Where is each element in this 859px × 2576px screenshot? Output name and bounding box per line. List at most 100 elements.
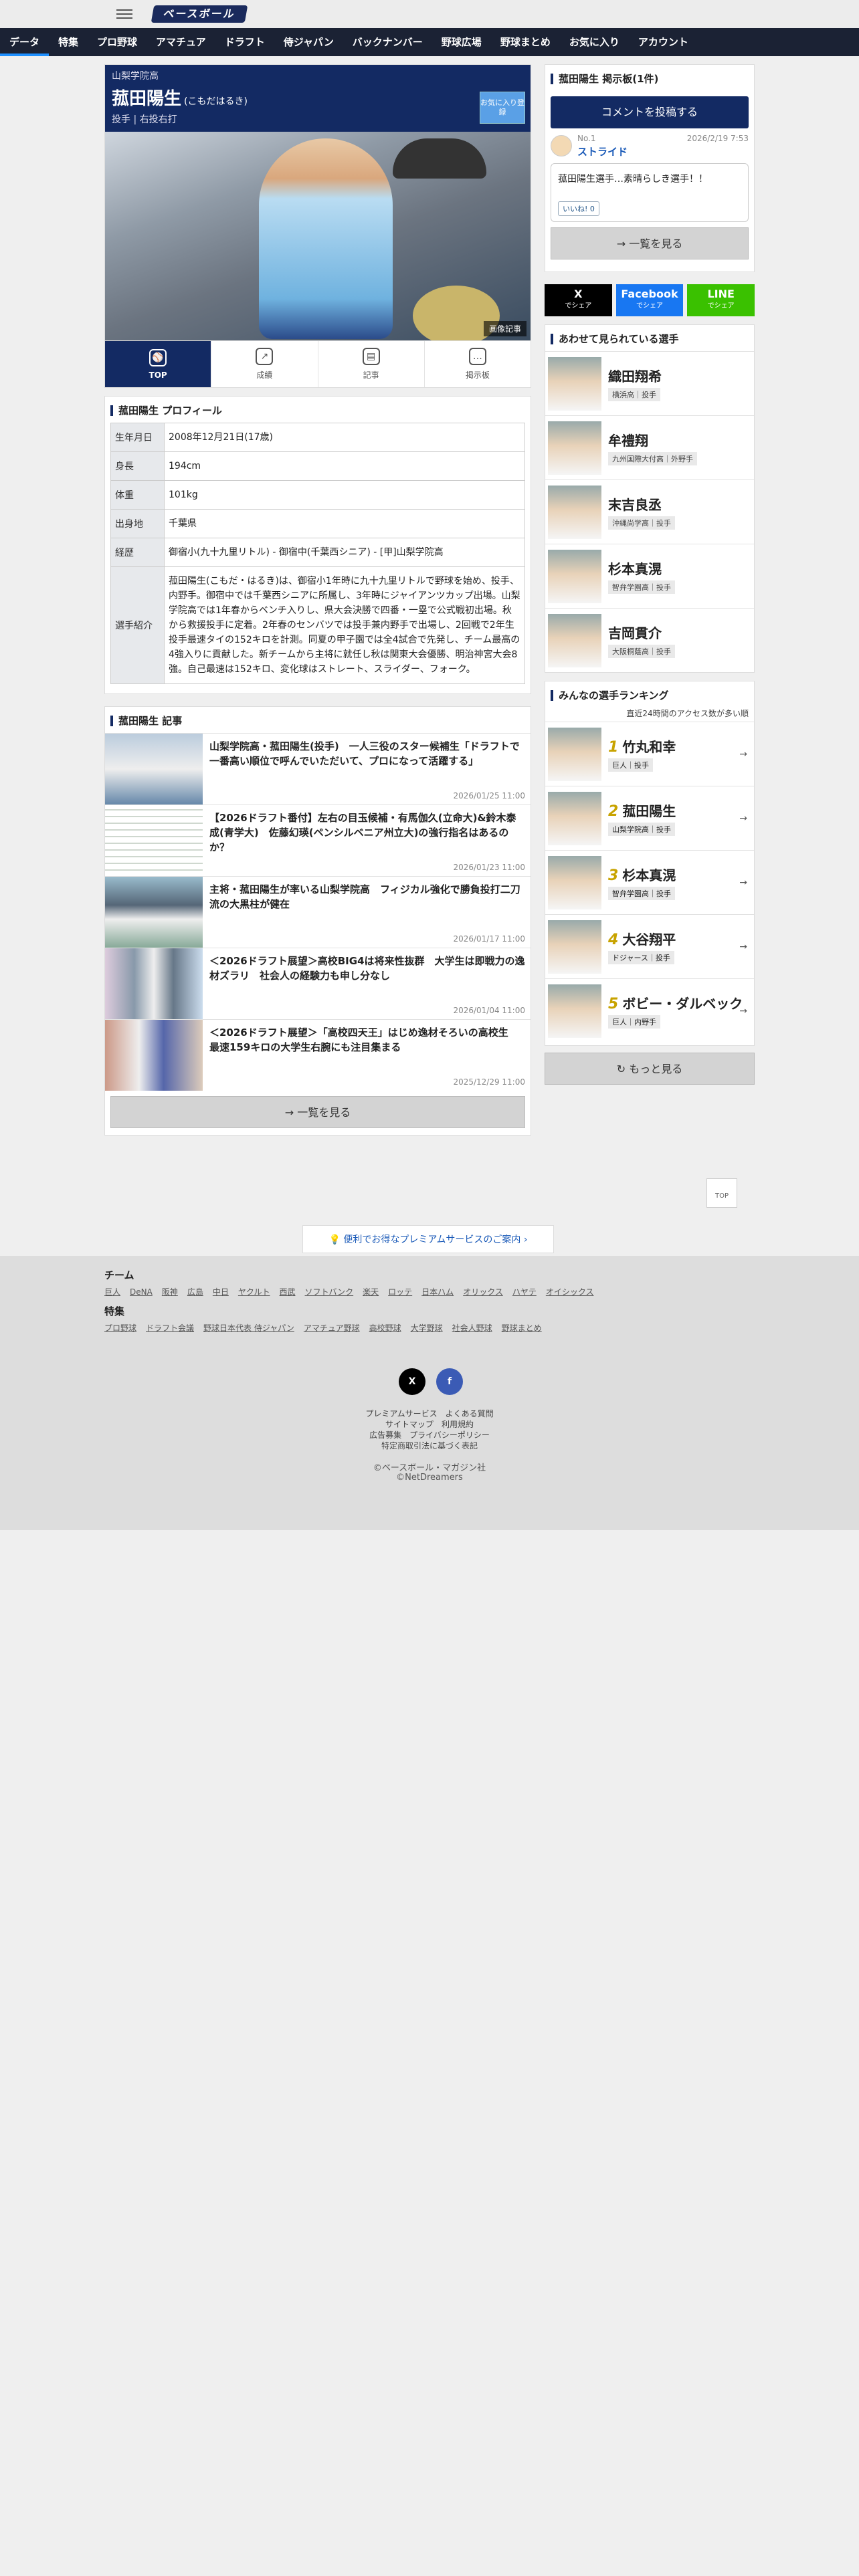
- premium-banner[interactable]: 💡 便利でお得なプレミアムサービスのご案内 ›: [302, 1225, 554, 1253]
- article-item[interactable]: 【2026ドラフト番付】左右の目玉候補・有馬伽久(立命大)&鈴木泰成(青学大) …: [105, 804, 531, 876]
- team-links: 巨人 DeNA 阪神 広島 中日 ヤクルト 西武 ソフトバンク 楽天 ロッテ 日本ハム オリックス ハヤ…: [104, 1286, 603, 1297]
- team-link[interactable]: ソフトバンク: [305, 1287, 354, 1297]
- tab-board[interactable]: … 掲示板: [423, 341, 531, 387]
- team-link[interactable]: 広島: [187, 1287, 203, 1297]
- team-link[interactable]: オリックス: [463, 1287, 503, 1297]
- facebook-icon[interactable]: f: [436, 1368, 463, 1395]
- footer-link[interactable]: 特定商取引法に基づく表記: [381, 1441, 478, 1451]
- related-player[interactable]: 吉岡貫介 大阪桐蔭高｜投手: [545, 608, 754, 672]
- ranking-note: 直近24時間のアクセス数が多い順: [626, 709, 749, 718]
- feature-link[interactable]: プロ野球: [104, 1323, 136, 1333]
- nav-item-feature[interactable]: 特集: [49, 28, 88, 56]
- nav-item-account[interactable]: アカウント: [629, 28, 698, 56]
- tab-top[interactable]: ⚾ TOP: [105, 341, 211, 387]
- nav-item-amateur[interactable]: アマチュア: [147, 28, 215, 56]
- ranking-item[interactable]: 2 菰田陽生 山梨学院高｜投手 →: [545, 786, 754, 850]
- comment-author[interactable]: ストライド: [577, 144, 628, 158]
- player-hero: 山梨学院高 菰田陽生 (こもだはるき) 投手 | 右投右打 お気に入り登録 画像記…: [104, 64, 531, 388]
- feature-link[interactable]: ドラフト会議: [146, 1323, 194, 1333]
- team-link[interactable]: DeNA: [130, 1287, 153, 1297]
- article-thumbnail: [105, 948, 203, 1019]
- x-icon[interactable]: X: [399, 1368, 425, 1395]
- team-link[interactable]: 日本ハム: [421, 1287, 454, 1297]
- footer-link[interactable]: プライバシーポリシー: [409, 1430, 490, 1440]
- feature-link[interactable]: 大学野球: [411, 1323, 443, 1333]
- team-link[interactable]: 巨人: [104, 1287, 120, 1297]
- ranking-more-button[interactable]: ↻ もっと見る: [545, 1053, 755, 1085]
- nav-item-backnumber[interactable]: バックナンバー: [343, 28, 432, 56]
- team-link[interactable]: 西武: [280, 1287, 296, 1297]
- site-footer: チーム 巨人 DeNA 阪神 広島 中日 ヤクルト 西武 ソフトバンク 楽天 ロッテ 日本ハム オリッ…: [0, 1256, 859, 1530]
- team-link[interactable]: ロッテ: [388, 1287, 412, 1297]
- feature-link[interactable]: 野球まとめ: [502, 1323, 542, 1333]
- nav-item-draft[interactable]: ドラフト: [215, 28, 274, 56]
- related-player[interactable]: 牟禮翔 九州国際大付高｜外野手: [545, 415, 754, 479]
- articles-more-button[interactable]: → 一覧を見る: [110, 1096, 525, 1128]
- row-key: 体重: [110, 480, 165, 510]
- feature-link[interactable]: アマチュア野球: [304, 1323, 360, 1333]
- rank-name: 菰田陽生: [622, 803, 676, 819]
- related-player[interactable]: 杉本真滉 智弁学園高｜投手: [545, 544, 754, 608]
- image-article-tag[interactable]: 画像記事: [483, 321, 527, 336]
- profile-title: 菰田陽生 プロフィール: [105, 397, 531, 423]
- team-link[interactable]: オイシックス: [546, 1287, 594, 1297]
- nav-item-pro[interactable]: プロ野球: [88, 28, 147, 56]
- article-title: ＜2026ドラフト展望＞高校BIG4は将来性抜群 大学生は即戦力の逸材ズラリ 社…: [209, 955, 525, 982]
- site-logo[interactable]: ベースボール: [151, 5, 248, 23]
- arrow-right-icon: →: [739, 942, 747, 952]
- board-more-button[interactable]: → 一覧を見る: [551, 227, 749, 259]
- nav-item-plaza[interactable]: 野球広場: [432, 28, 491, 56]
- share-sub: でシェア: [565, 302, 592, 310]
- related-player[interactable]: 末吉良丞 沖縄尚学高｜投手: [545, 479, 754, 544]
- comment-text: 菰田陽生選手…素晴らしき選手！！: [558, 174, 708, 185]
- feature-link[interactable]: 社会人野球: [452, 1323, 492, 1333]
- ranking-item[interactable]: 1 竹丸和幸 巨人｜投手 →: [545, 722, 754, 786]
- post-comment-button[interactable]: コメントを投稿する: [551, 96, 749, 128]
- page-top-button[interactable]: TOP: [706, 1178, 737, 1208]
- footer-link[interactable]: 利用規約: [442, 1420, 474, 1429]
- row-key: 経歴: [110, 538, 165, 567]
- nav-item-matome[interactable]: 野球まとめ: [491, 28, 560, 56]
- tab-label: TOP: [149, 370, 167, 380]
- share-line-button[interactable]: LINE でシェア: [687, 284, 755, 316]
- nav-item-samurai[interactable]: 侍ジャパン: [274, 28, 343, 56]
- ranking-item[interactable]: 5 ボビー・ダルベック 巨人｜内野手 →: [545, 978, 754, 1043]
- article-thumbnail: [105, 805, 203, 876]
- footer-link[interactable]: 広告募集: [369, 1430, 401, 1440]
- ranking-item[interactable]: 3 杉本真滉 智弁学園高｜投手 →: [545, 850, 754, 914]
- row-value: 194cm: [164, 451, 525, 481]
- rank-name: ボビー・ダルベック: [622, 996, 743, 1012]
- team-link[interactable]: 阪神: [162, 1287, 178, 1297]
- rank-name: 大谷翔平: [622, 932, 676, 948]
- team-link[interactable]: 楽天: [363, 1287, 379, 1297]
- ranking-item[interactable]: 4 大谷翔平 ドジャース｜投手 →: [545, 914, 754, 978]
- team-link[interactable]: 中日: [213, 1287, 229, 1297]
- footer-link[interactable]: サイトマップ: [385, 1420, 434, 1429]
- related-name: 牟禮翔: [608, 433, 648, 449]
- footer-links-1: プレミアムサービス よくある質問: [0, 1408, 859, 1419]
- nav-item-favorite[interactable]: お気に入り: [560, 28, 629, 56]
- avatar: [551, 135, 572, 156]
- share-x-button[interactable]: X でシェア: [545, 284, 612, 316]
- hamburger-menu-icon[interactable]: [116, 7, 132, 20]
- article-item[interactable]: 主将・菰田陽生が率いる山梨学院高 フィジカル強化で勝負投打二刀流の大黒柱が健在 2…: [105, 876, 531, 948]
- share-facebook-button[interactable]: Facebook でシェア: [615, 284, 684, 316]
- related-player[interactable]: 織田翔希 横浜高｜投手: [545, 351, 754, 415]
- nav-item-data[interactable]: データ: [0, 28, 50, 56]
- tab-articles[interactable]: ▤ 記事: [317, 341, 424, 387]
- footer-link[interactable]: プレミアムサービス: [365, 1409, 437, 1418]
- like-button[interactable]: いいね! 0: [558, 201, 599, 216]
- article-item[interactable]: 山梨学院高・菰田陽生(投手) 一人三役のスター候補生「ドラフトで一番高い順位で呼…: [105, 733, 531, 804]
- team-link[interactable]: ヤクルト: [238, 1287, 270, 1297]
- rank-number: 3: [608, 867, 619, 884]
- footer-link[interactable]: よくある質問: [446, 1409, 494, 1418]
- article-item[interactable]: ＜2026ドラフト展望＞「高校四天王」はじめ逸材そろいの高校生 最速159キロの…: [105, 1019, 531, 1091]
- article-item[interactable]: ＜2026ドラフト展望＞高校BIG4は将来性抜群 大学生は即戦力の逸材ズラリ 社…: [105, 948, 531, 1019]
- feature-link[interactable]: 高校野球: [369, 1323, 401, 1333]
- feature-link[interactable]: 野球日本代表 侍ジャパン: [203, 1323, 294, 1333]
- player-school[interactable]: 山梨学院高: [112, 69, 524, 82]
- favorite-button[interactable]: お気に入り登録: [480, 92, 525, 124]
- rank-number: 4: [608, 932, 619, 948]
- tab-stats[interactable]: ↗ 成績: [211, 341, 317, 387]
- team-link[interactable]: ハヤテ: [512, 1287, 537, 1297]
